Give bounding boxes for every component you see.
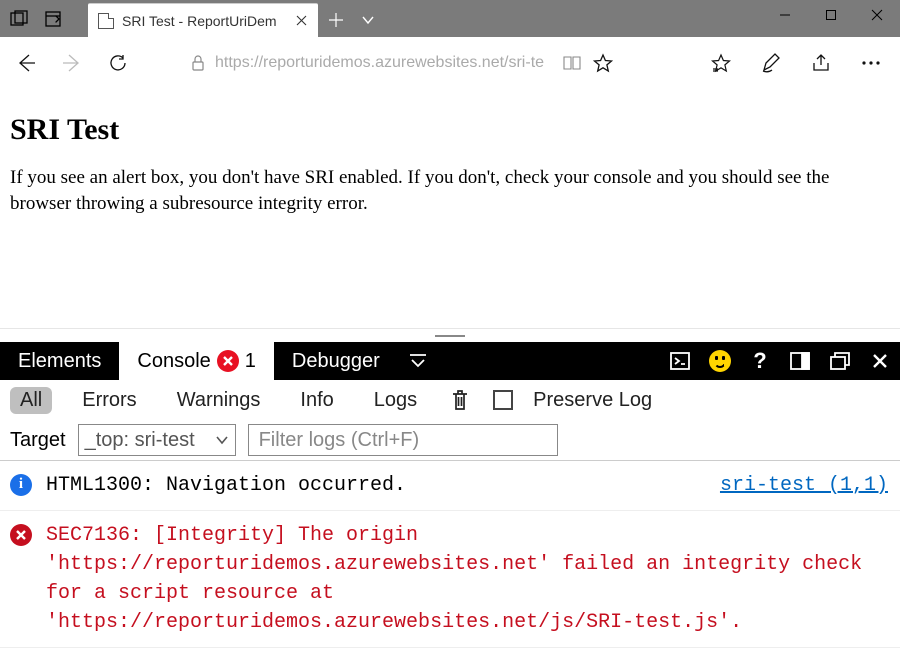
- page-content: SRI Test If you see an alert box, you do…: [0, 89, 900, 328]
- favorites-button[interactable]: [696, 41, 746, 85]
- console-message[interactable]: SEC7136: [Integrity] The origin 'https:/…: [0, 511, 900, 648]
- log-filter-placeholder: Filter logs (Ctrl+F): [259, 429, 420, 452]
- console-target-bar: Target _top: sri-test Filter logs (Ctrl+…: [0, 420, 900, 460]
- filter-errors[interactable]: Errors: [72, 387, 146, 414]
- tab-elements[interactable]: Elements: [0, 342, 119, 380]
- reading-view-icon[interactable]: [561, 55, 583, 71]
- address-bar[interactable]: https://reporturidemos.azurewebsites.net…: [182, 46, 622, 80]
- undock-icon[interactable]: [820, 342, 860, 380]
- more-button[interactable]: [846, 41, 896, 85]
- tab-title: SRI Test - ReportUriDem: [122, 13, 286, 29]
- tab-debugger[interactable]: Debugger: [274, 342, 398, 380]
- filter-logs[interactable]: Logs: [364, 387, 427, 414]
- filter-all[interactable]: All: [10, 387, 52, 414]
- browser-toolbar: https://reporturidemos.azurewebsites.net…: [0, 37, 900, 89]
- close-tab-icon[interactable]: [294, 14, 308, 28]
- devtools-close-icon[interactable]: [860, 342, 900, 380]
- lock-icon: [189, 55, 207, 71]
- console-message[interactable]: i HTML1300: Navigation occurred. sri-tes…: [0, 461, 900, 511]
- filter-warnings[interactable]: Warnings: [167, 387, 271, 414]
- devtools-tabbar: Elements Console 1 Debugger ?: [0, 342, 900, 380]
- back-button[interactable]: [4, 41, 48, 85]
- notes-button[interactable]: [746, 41, 796, 85]
- preserve-log-checkbox[interactable]: [493, 390, 513, 410]
- refresh-button[interactable]: [96, 41, 140, 85]
- error-badge-icon: [217, 350, 239, 372]
- log-filter-input[interactable]: Filter logs (Ctrl+F): [248, 424, 558, 456]
- page-icon: [98, 13, 114, 29]
- target-dropdown[interactable]: _top: sri-test: [78, 424, 236, 456]
- clear-console-icon[interactable]: [447, 389, 473, 411]
- message-text: HTML1300: Navigation occurred.: [46, 471, 706, 500]
- window-titlebar: SRI Test - ReportUriDem: [0, 0, 900, 37]
- filter-info[interactable]: Info: [290, 387, 343, 414]
- preserve-log-label: Preserve Log: [533, 389, 652, 412]
- console-drawer-icon[interactable]: [660, 342, 700, 380]
- browser-tab[interactable]: SRI Test - ReportUriDem: [88, 3, 318, 37]
- tab-elements-label: Elements: [18, 350, 101, 373]
- devtools-splitter[interactable]: [0, 328, 900, 342]
- close-window-button[interactable]: [854, 0, 900, 30]
- tab-debugger-label: Debugger: [292, 350, 380, 373]
- tab-chevron-down-icon[interactable]: [354, 3, 382, 37]
- error-icon: [10, 521, 32, 637]
- tab-preview-icon[interactable]: [4, 4, 34, 34]
- minimize-button[interactable]: [762, 0, 808, 30]
- console-filter-bar: All Errors Warnings Info Logs Preserve L…: [0, 380, 900, 420]
- tab-console[interactable]: Console 1: [119, 342, 274, 380]
- target-selected: _top: sri-test: [85, 429, 195, 452]
- help-icon[interactable]: ?: [740, 342, 780, 380]
- set-aside-tabs-icon[interactable]: [38, 4, 68, 34]
- target-label: Target: [10, 429, 66, 452]
- feedback-smiley-icon[interactable]: [700, 342, 740, 380]
- tab-console-label: Console: [137, 350, 210, 373]
- message-text: SEC7136: [Integrity] The origin 'https:/…: [46, 521, 888, 637]
- favorite-star-icon[interactable]: [591, 53, 615, 73]
- tab-overflow-icon[interactable]: [398, 342, 438, 380]
- maximize-button[interactable]: [808, 0, 854, 30]
- info-icon: i: [10, 471, 32, 500]
- page-paragraph: If you see an alert box, you don't have …: [10, 165, 880, 216]
- share-button[interactable]: [796, 41, 846, 85]
- error-count: 1: [245, 350, 256, 373]
- new-tab-button[interactable]: [318, 3, 354, 37]
- forward-button[interactable]: [50, 41, 94, 85]
- url-text: https://reporturidemos.azurewebsites.net…: [215, 54, 553, 72]
- console-messages: i HTML1300: Navigation occurred. sri-tes…: [0, 460, 900, 648]
- message-source-link[interactable]: sri-test (1,1): [720, 471, 888, 500]
- chevron-down-icon: [215, 435, 229, 445]
- dock-right-icon[interactable]: [780, 342, 820, 380]
- page-heading: SRI Test: [10, 113, 890, 147]
